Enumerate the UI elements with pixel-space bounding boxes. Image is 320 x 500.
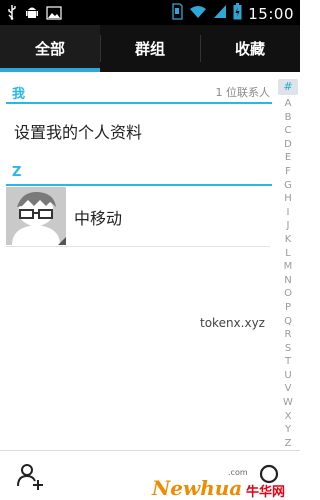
alpha-index-letter[interactable]: T [276, 355, 300, 369]
tab-favorites[interactable]: 收藏 [200, 25, 300, 72]
alpha-index-letter[interactable]: Q [276, 315, 300, 329]
status-bar-left-icons [6, 4, 62, 24]
signal-icon [213, 4, 227, 23]
alpha-index-letter[interactable]: S [276, 342, 300, 356]
sd-card-icon [171, 3, 183, 24]
bottom-action-bar: Newhua .com 牛华网 [0, 450, 300, 500]
tab-bar: 全部 群组 收藏 [0, 25, 300, 72]
logo-cn-text: 牛华网 [246, 485, 286, 500]
alpha-index-letter[interactable]: C [276, 124, 300, 138]
android-debug-icon [25, 4, 39, 24]
alpha-index-letter[interactable]: R [276, 328, 300, 342]
alpha-index-letter[interactable]: A [276, 97, 300, 111]
alpha-index-letter[interactable]: K [276, 233, 300, 247]
alpha-index-letter[interactable]: F [276, 165, 300, 179]
alpha-index-letter[interactable]: G [276, 179, 300, 193]
alpha-index-letter[interactable]: M [276, 260, 300, 274]
usb-icon [6, 4, 18, 24]
default-avatar-icon [6, 187, 66, 245]
alpha-index-letter[interactable]: B [276, 111, 300, 125]
status-bar: 15:00 [0, 0, 300, 25]
battery-icon [233, 3, 242, 24]
alpha-index-letter[interactable]: V [276, 382, 300, 396]
alpha-index-letters: ABCDEFGHIJKLMNOPQRSTUVWXYZ [276, 97, 300, 450]
status-time: 15:00 [248, 4, 294, 23]
section-header-z: Z [6, 160, 272, 186]
add-contact-button[interactable] [16, 461, 46, 491]
newhua-logo: Newhua .com 牛华网 [148, 468, 298, 500]
alphabet-index[interactable]: # ABCDEFGHIJKLMNOPQRSTUVWXYZ [276, 75, 300, 450]
image-notification-icon [46, 5, 62, 24]
wifi-icon [189, 4, 207, 23]
tab-divider [200, 35, 201, 62]
alpha-index-hash[interactable]: # [278, 79, 298, 95]
alpha-index-letter[interactable]: E [276, 151, 300, 165]
avatar[interactable] [6, 187, 66, 245]
my-profile-item[interactable]: 设置我的个人资料 [14, 119, 142, 143]
alpha-index-letter[interactable]: U [276, 369, 300, 383]
alpha-index-letter[interactable]: P [276, 301, 300, 315]
logo-com: .com [228, 468, 248, 477]
alpha-index-letter[interactable]: L [276, 247, 300, 261]
alpha-index-letter[interactable]: I [276, 206, 300, 220]
alpha-index-letter[interactable]: J [276, 219, 300, 233]
status-bar-right-icons: 15:00 [171, 3, 294, 24]
contact-count: 1 位联系人 [215, 86, 271, 99]
alpha-index-letter[interactable]: W [276, 396, 300, 410]
logo-text: Newhua [152, 476, 243, 500]
tab-all[interactable]: 全部 [0, 25, 100, 72]
section-letter: Z [12, 165, 22, 180]
contact-row[interactable]: 中移动 [6, 187, 270, 247]
section-header-me: 我 1 位联系人 [6, 78, 272, 104]
alpha-index-letter[interactable]: Y [276, 423, 300, 437]
alpha-index-letter[interactable]: H [276, 192, 300, 206]
alpha-index-letter[interactable]: O [276, 287, 300, 301]
section-letter: 我 [12, 87, 26, 102]
alpha-index-letter[interactable]: D [276, 138, 300, 152]
tab-groups[interactable]: 群组 [100, 25, 200, 72]
watermark-text: tokenx.xyz [200, 316, 265, 330]
alpha-index-letter[interactable]: Z [276, 437, 300, 451]
add-contact-icon [17, 464, 43, 490]
alpha-index-letter[interactable]: N [276, 274, 300, 288]
alpha-index-letter[interactable]: X [276, 410, 300, 424]
contact-name: 中移动 [74, 209, 123, 228]
tab-divider [100, 35, 101, 62]
